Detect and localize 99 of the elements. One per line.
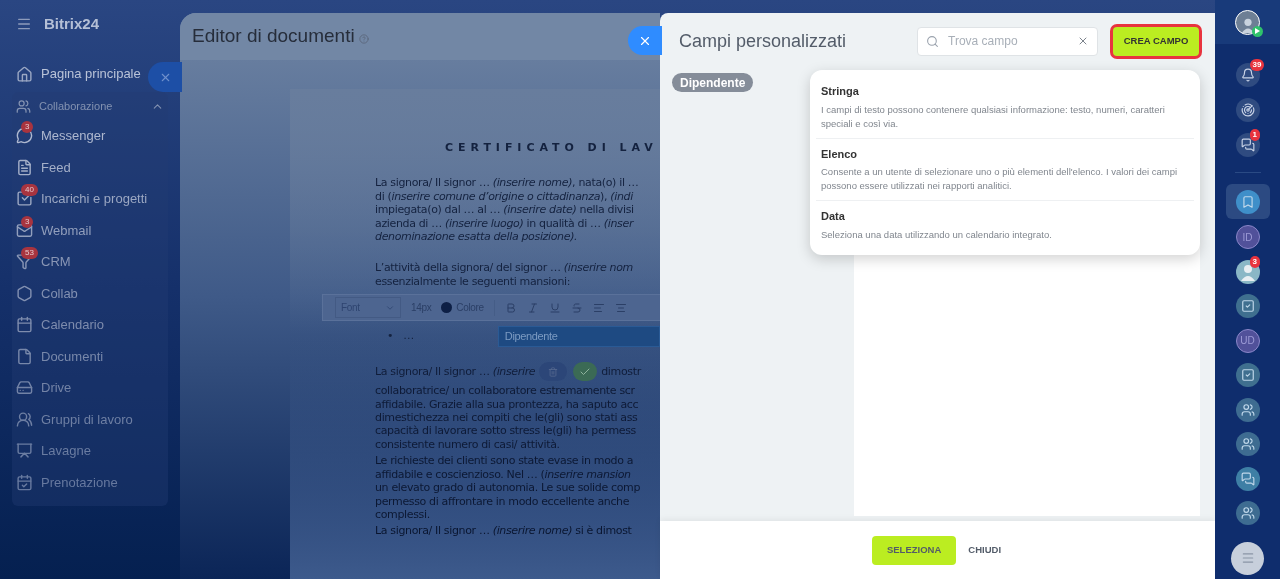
count-badge: 39	[1249, 59, 1265, 71]
document-heading: CERTIFICATO DI LAV	[445, 141, 659, 155]
rail-button[interactable]	[1235, 466, 1260, 491]
sidebar-item[interactable]: 53 CRM	[12, 246, 168, 278]
hexagon-icon	[16, 284, 33, 302]
rail-button[interactable]	[1235, 397, 1260, 422]
user-avatar[interactable]	[1235, 9, 1260, 35]
trash-icon	[548, 366, 559, 377]
document-text: affidabile e coscienzioso. Nel … (inserire mansion	[375, 467, 631, 482]
count-badge: 1	[1249, 129, 1260, 141]
people-icon	[1240, 506, 1255, 520]
file-icon	[16, 347, 33, 365]
search-field[interactable]: Trova campo	[917, 26, 1098, 56]
rail-button[interactable]	[1235, 363, 1260, 387]
document-text: azienda di … (inserire luogo) in qualità di … (inser	[375, 216, 634, 231]
document-text: impiegata(o) dal … al … (inserire date) nella divisi	[375, 203, 634, 217]
search-icon	[926, 34, 939, 48]
count-badge: 3	[1249, 256, 1260, 268]
sidebar-item[interactable]: Collab	[12, 277, 168, 309]
sidebar-item[interactable]: Calendario	[12, 309, 168, 341]
sidebar-item[interactable]: Prenotazione	[12, 466, 168, 498]
count-badge: 3	[21, 215, 34, 228]
bookmark-icon	[1240, 194, 1255, 209]
people-icon	[16, 98, 31, 114]
count-badge: 53	[21, 247, 38, 259]
home-icon	[16, 65, 33, 83]
sidebar-item[interactable]: 40 Incarichi e progetti	[12, 183, 168, 215]
document-text: un elevato grado di autonomia. Le sue solide comp	[375, 481, 641, 495]
sidebar-item[interactable]: Lavagne	[12, 435, 168, 467]
count-badge: 40	[21, 184, 38, 196]
menu-option[interactable]: Data Seleziona una data utilizzando un calendario integrato.	[816, 201, 1194, 249]
sidebar-item[interactable]: 3 Messenger	[12, 120, 168, 152]
menu-button[interactable]	[1231, 541, 1264, 575]
sidebar-item[interactable]: Documenti	[12, 340, 168, 372]
logo: Bitrix24	[44, 13, 100, 34]
chat-icon	[16, 127, 33, 145]
bell-icon	[1240, 67, 1255, 82]
document-text: dimostr	[601, 365, 641, 381]
calendar-icon	[16, 316, 33, 334]
checkbox-icon	[16, 190, 33, 208]
menu-option[interactable]: Stringa I campi di testo possono contenere qualsiasi informazione: testo, numeri, caratteri speciali e così via.	[816, 76, 1194, 139]
radar-icon	[1240, 102, 1255, 117]
sidebar-item[interactable]: 3 Webmail	[12, 214, 168, 246]
calendar-icon	[16, 473, 33, 491]
document-text: denominazione esatta della posizione).	[375, 230, 578, 244]
document-text: complessi.	[375, 507, 430, 522]
menu-icon	[1240, 551, 1255, 565]
mail-icon	[16, 221, 33, 239]
document-text: permesso di affrontare in modo eccellente anche	[375, 494, 630, 508]
chat-icon	[1240, 137, 1255, 152]
document-text: L’attività della signora/ del signor … (inserire nom	[375, 261, 633, 275]
rail-button[interactable]	[1235, 501, 1260, 525]
field-tag[interactable]: Dipendente	[672, 73, 754, 92]
rail-button[interactable]	[1235, 294, 1260, 318]
user-avatar[interactable]	[1235, 259, 1260, 284]
document-icon	[16, 158, 33, 176]
menu-icon[interactable]	[16, 16, 32, 32]
document-text: dimestichezza nei compiti che le(gli) sono stati ass	[375, 411, 638, 425]
group-header[interactable]: Collaborazione	[12, 92, 168, 120]
rail-button[interactable]	[1235, 97, 1260, 122]
panel-title: Campi personalizzati	[679, 29, 848, 53]
bullet-item: …	[403, 328, 414, 342]
document-text: capacità di lavorare sotto stress le(gli) ha permess	[375, 424, 636, 438]
document-text: collaboratrice/ un collaboratore estremamente scr	[375, 384, 635, 398]
count-badge: 3	[21, 121, 34, 133]
document-text: di (inserire comune d’origine o cittadinanza), (indi	[375, 189, 633, 204]
sidebar-item[interactable]: Drive	[12, 372, 168, 404]
chat-avatar[interactable]: UD	[1235, 328, 1260, 353]
people-icon	[16, 410, 33, 428]
rail-button[interactable]	[1235, 189, 1260, 214]
document-text: consistente numero di casi/ attività.	[375, 437, 560, 452]
rail-button[interactable]	[1235, 132, 1260, 157]
document-text: affidabile. Grazie alla sua prontezza, ha saputo acc	[375, 397, 639, 412]
select-button[interactable]: SELEZIONA	[871, 535, 957, 565]
field-chip[interactable]: Dipendente	[497, 326, 660, 348]
board-icon	[16, 442, 33, 460]
sidebar-item[interactable]: Gruppi di lavoro	[12, 403, 168, 435]
people-icon	[1240, 402, 1255, 417]
chat-avatar[interactable]: ID	[1235, 225, 1260, 249]
create-field-button[interactable]: CREA CAMPO	[1113, 26, 1199, 56]
document-text: La signora/ Il signor … (inserire nome), nata(o) il …	[375, 176, 639, 190]
document-text: La signora/ Il signor … (inserire	[375, 365, 536, 381]
bullet-mark: •	[387, 328, 394, 342]
close-button[interactable]: CHIUDI	[966, 535, 1004, 565]
chat-icon	[1240, 471, 1255, 486]
sidebar-item[interactable]: Pagina principale	[0, 58, 145, 90]
menu-option[interactable]: Elenco Consente a un utente di selezionare uno o più elementi dell'elenco. I valori dei campi possono essere utilizzati nei rapporti analitici.	[816, 138, 1194, 201]
drive-icon	[16, 379, 33, 397]
rail-button[interactable]	[1235, 432, 1260, 456]
document-text: essenzialmente le seguenti mansioni:	[375, 274, 571, 289]
people-icon	[1240, 437, 1255, 451]
document-text: Le richieste dei clienti sono state evase in modo a	[375, 454, 634, 468]
play-icon	[1252, 25, 1263, 37]
rail-button[interactable]	[1235, 62, 1260, 87]
checkbox-icon	[1240, 299, 1255, 313]
editor-title: Editor di documenti	[192, 24, 355, 49]
checkbox-icon	[1240, 368, 1255, 382]
sidebar-item[interactable]: Feed	[12, 151, 168, 183]
document-text: La signora/ Il signor … (inserire nome) si è dimost	[375, 524, 632, 538]
